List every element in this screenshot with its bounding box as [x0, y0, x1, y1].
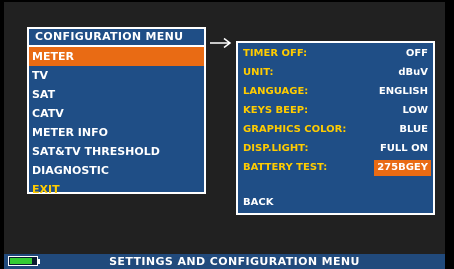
- menu-item-catv[interactable]: CATV: [29, 104, 204, 123]
- setting-value: OFF: [405, 48, 428, 59]
- setting-row-unit[interactable]: UNIT: dBuV: [243, 65, 428, 81]
- setting-key: BATTERY TEST:: [243, 162, 328, 173]
- setting-value: dBuV: [398, 67, 428, 78]
- menu-item-tv[interactable]: TV: [29, 66, 204, 85]
- configuration-menu: CONFIGURATION MENU METER TV SAT CATV MET…: [27, 27, 206, 196]
- setting-value: BLUE: [399, 124, 428, 135]
- menu-item-exit[interactable]: EXIT: [29, 180, 204, 199]
- setting-key: GRAPHICS COLOR:: [243, 124, 347, 135]
- menu-item-sat[interactable]: SAT: [29, 85, 204, 104]
- setting-value-selected: 275BGEY: [374, 160, 431, 176]
- setting-value: FULL ON: [379, 143, 428, 154]
- setting-row-disp-light[interactable]: DISP.LIGHT: FULL ON: [243, 141, 428, 157]
- menu-item-diagnostic[interactable]: DIAGNOSTIC: [29, 161, 204, 180]
- setting-row-language[interactable]: LANGUAGE: ENGLISH: [243, 84, 428, 100]
- submenu-arrow-icon: [210, 37, 232, 49]
- setting-row-timer-off[interactable]: TIMER OFF: OFF: [243, 46, 428, 62]
- setting-key: TIMER OFF:: [243, 48, 308, 59]
- menu-title: CONFIGURATION MENU: [29, 29, 204, 47]
- setting-key: UNIT:: [243, 67, 274, 78]
- menu-item-meter-info[interactable]: METER INFO: [29, 123, 204, 142]
- setting-row-battery-test[interactable]: BATTERY TEST: 275BGEY: [243, 160, 431, 176]
- meter-settings-submenu: TIMER OFF: OFF UNIT: dBuV LANGUAGE: ENGL…: [236, 41, 435, 215]
- setting-key: KEYS BEEP:: [243, 105, 309, 116]
- menu-item-sat-tv-threshold[interactable]: SAT&TV THRESHOLD: [29, 142, 204, 161]
- menu-item-meter[interactable]: METER: [29, 47, 204, 66]
- status-bar: SETTINGS AND CONFIGURATION MENU: [4, 254, 445, 269]
- setting-row-graphics-color[interactable]: GRAPHICS COLOR: BLUE: [243, 122, 428, 138]
- device-screen: CONFIGURATION MENU METER TV SAT CATV MET…: [0, 0, 454, 269]
- setting-key: DISP.LIGHT:: [243, 143, 309, 154]
- setting-row-keys-beep[interactable]: KEYS BEEP: LOW: [243, 103, 428, 119]
- setting-value: ENGLISH: [378, 86, 428, 97]
- setting-key: LANGUAGE:: [243, 86, 309, 97]
- back-button[interactable]: BACK: [243, 195, 273, 211]
- status-text: SETTINGS AND CONFIGURATION MENU: [109, 255, 360, 268]
- setting-value: LOW: [402, 105, 428, 116]
